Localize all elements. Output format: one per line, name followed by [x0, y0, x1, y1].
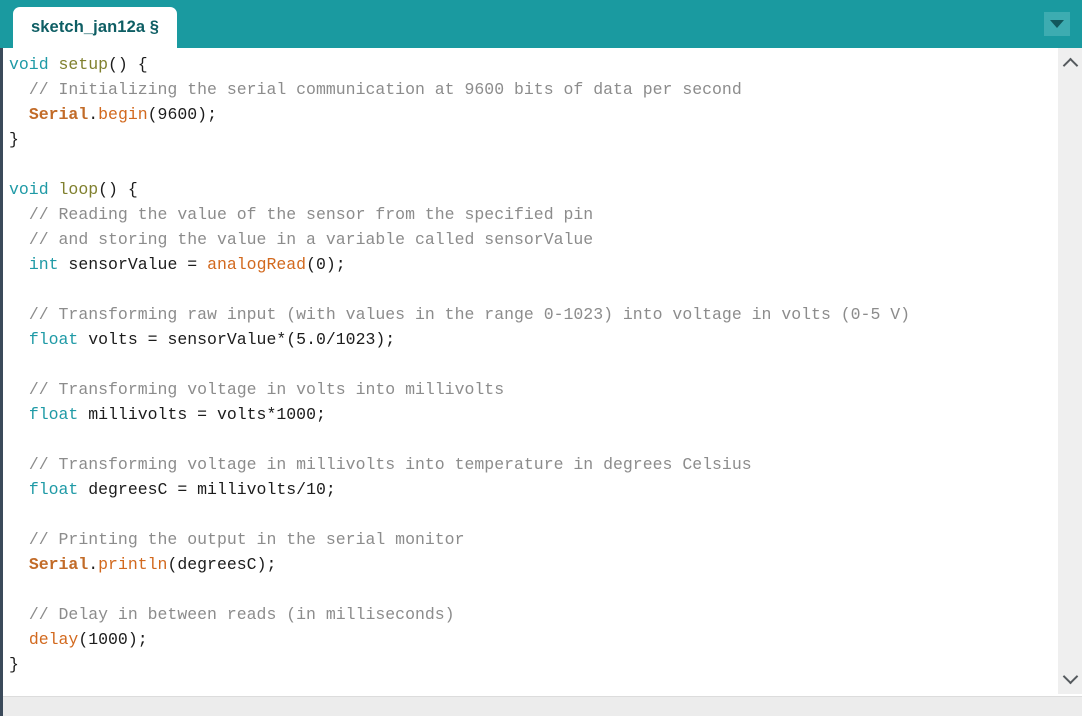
code-token: sensorValue = — [58, 255, 208, 274]
code-token: delay — [28, 630, 79, 649]
tab-bar: sketch_jan12a § — [0, 0, 1082, 48]
code-token: float — [28, 405, 79, 424]
chevron-up-icon — [1062, 57, 1078, 74]
code-token: . — [88, 555, 99, 574]
vertical-scrollbar[interactable] — [1058, 48, 1082, 694]
code-token: // and storing the value in a variable c… — [28, 230, 594, 249]
tab-label: sketch_jan12a § — [31, 18, 160, 36]
code-token: // Reading the value of the sensor from … — [28, 205, 594, 224]
code-token: millivolts = volts*1000; — [78, 405, 326, 424]
code-token: int — [28, 255, 59, 274]
code-line: // Printing the output in the serial mon… — [9, 527, 910, 552]
scroll-up-button[interactable] — [1058, 52, 1082, 76]
code-token: // Printing the output in the serial mon… — [28, 530, 465, 549]
code-token: } — [9, 655, 19, 674]
code-token: (degreesC); — [167, 555, 277, 574]
code-token: // Transforming raw input (with values i… — [28, 305, 911, 324]
code-line: float millivolts = volts*1000; — [9, 402, 910, 427]
code-token: begin — [98, 105, 148, 124]
code-line: void loop() { — [9, 177, 910, 202]
code-line: // Transforming voltage in millivolts in… — [9, 452, 910, 477]
code-text-area[interactable]: void setup() { // Initializing the seria… — [3, 48, 1058, 694]
code-line: float volts = sensorValue*(5.0/1023); — [9, 327, 910, 352]
code-token: void — [9, 180, 49, 199]
code-line: } — [9, 127, 910, 152]
code-line: int sensorValue = analogRead(0); — [9, 252, 910, 277]
code-line: // Reading the value of the sensor from … — [9, 202, 910, 227]
caret-down-icon — [1050, 20, 1064, 28]
code-token: } — [9, 130, 19, 149]
code-token: . — [88, 105, 99, 124]
code-line: // Delay in between reads (in millisecon… — [9, 602, 910, 627]
code-token: Serial — [28, 555, 89, 574]
scroll-down-button[interactable] — [1058, 666, 1082, 690]
code-line: // Transforming raw input (with values i… — [9, 302, 910, 327]
code-token: // Transforming voltage in volts into mi… — [28, 380, 505, 399]
code-line: // and storing the value in a variable c… — [9, 227, 910, 252]
code-token: // Transforming voltage in millivolts in… — [28, 455, 752, 474]
code-line: void setup() { — [9, 52, 910, 77]
code-token: () { — [108, 55, 148, 74]
code-line: float degreesC = millivolts/10; — [9, 477, 910, 502]
code-token: void — [9, 55, 49, 74]
code-token: Serial — [28, 105, 89, 124]
code-line: Serial.begin(9600); — [9, 102, 910, 127]
code-editor-window: sketch_jan12a § void setup() { // Initia… — [0, 0, 1082, 716]
code-token: float — [28, 480, 79, 499]
code-token: println — [98, 555, 168, 574]
code-token: degreesC = millivolts/10; — [78, 480, 336, 499]
code-token: (1000); — [78, 630, 148, 649]
code-line: // Transforming voltage in volts into mi… — [9, 377, 910, 402]
code-line: delay(1000); — [9, 627, 910, 652]
code-token: () { — [98, 180, 138, 199]
code-token: loop — [58, 180, 99, 199]
tab-menu-button[interactable] — [1044, 12, 1070, 36]
code-token: setup — [58, 55, 109, 74]
tab-sketch-jan12a[interactable]: sketch_jan12a § — [13, 7, 178, 48]
code-lines: void setup() { // Initializing the seria… — [9, 52, 910, 677]
status-strip — [3, 696, 1082, 716]
code-token: float — [28, 330, 79, 349]
chevron-down-icon — [1062, 668, 1078, 685]
code-line: } — [9, 652, 910, 677]
code-token: (9600); — [147, 105, 217, 124]
code-pane: void setup() { // Initializing the seria… — [0, 48, 1082, 716]
code-line: Serial.println(degreesC); — [9, 552, 910, 577]
code-token: // Delay in between reads (in millisecon… — [28, 605, 455, 624]
code-token: volts = sensorValue*(5.0/1023); — [78, 330, 396, 349]
code-token: analogRead — [207, 255, 307, 274]
code-token: (0); — [306, 255, 346, 274]
code-token: // Initializing the serial communication… — [28, 80, 742, 99]
code-line: // Initializing the serial communication… — [9, 77, 910, 102]
